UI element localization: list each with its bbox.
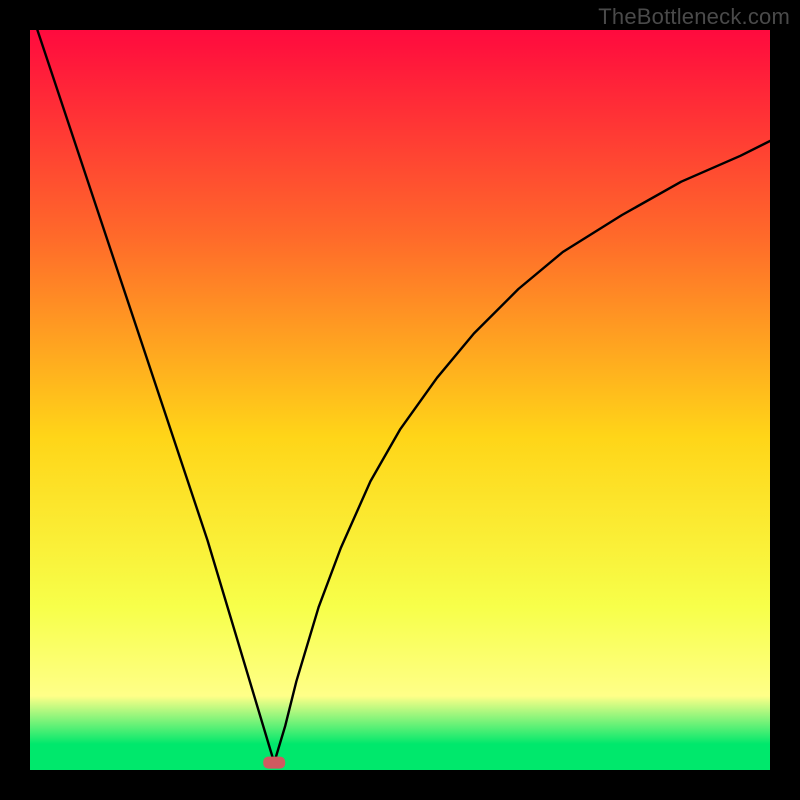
chart-svg xyxy=(30,30,770,770)
gradient-background xyxy=(30,30,770,770)
chart-frame: TheBottleneck.com xyxy=(0,0,800,800)
plot-area xyxy=(30,30,770,770)
bottleneck-marker xyxy=(263,757,285,769)
watermark-text: TheBottleneck.com xyxy=(598,4,790,30)
